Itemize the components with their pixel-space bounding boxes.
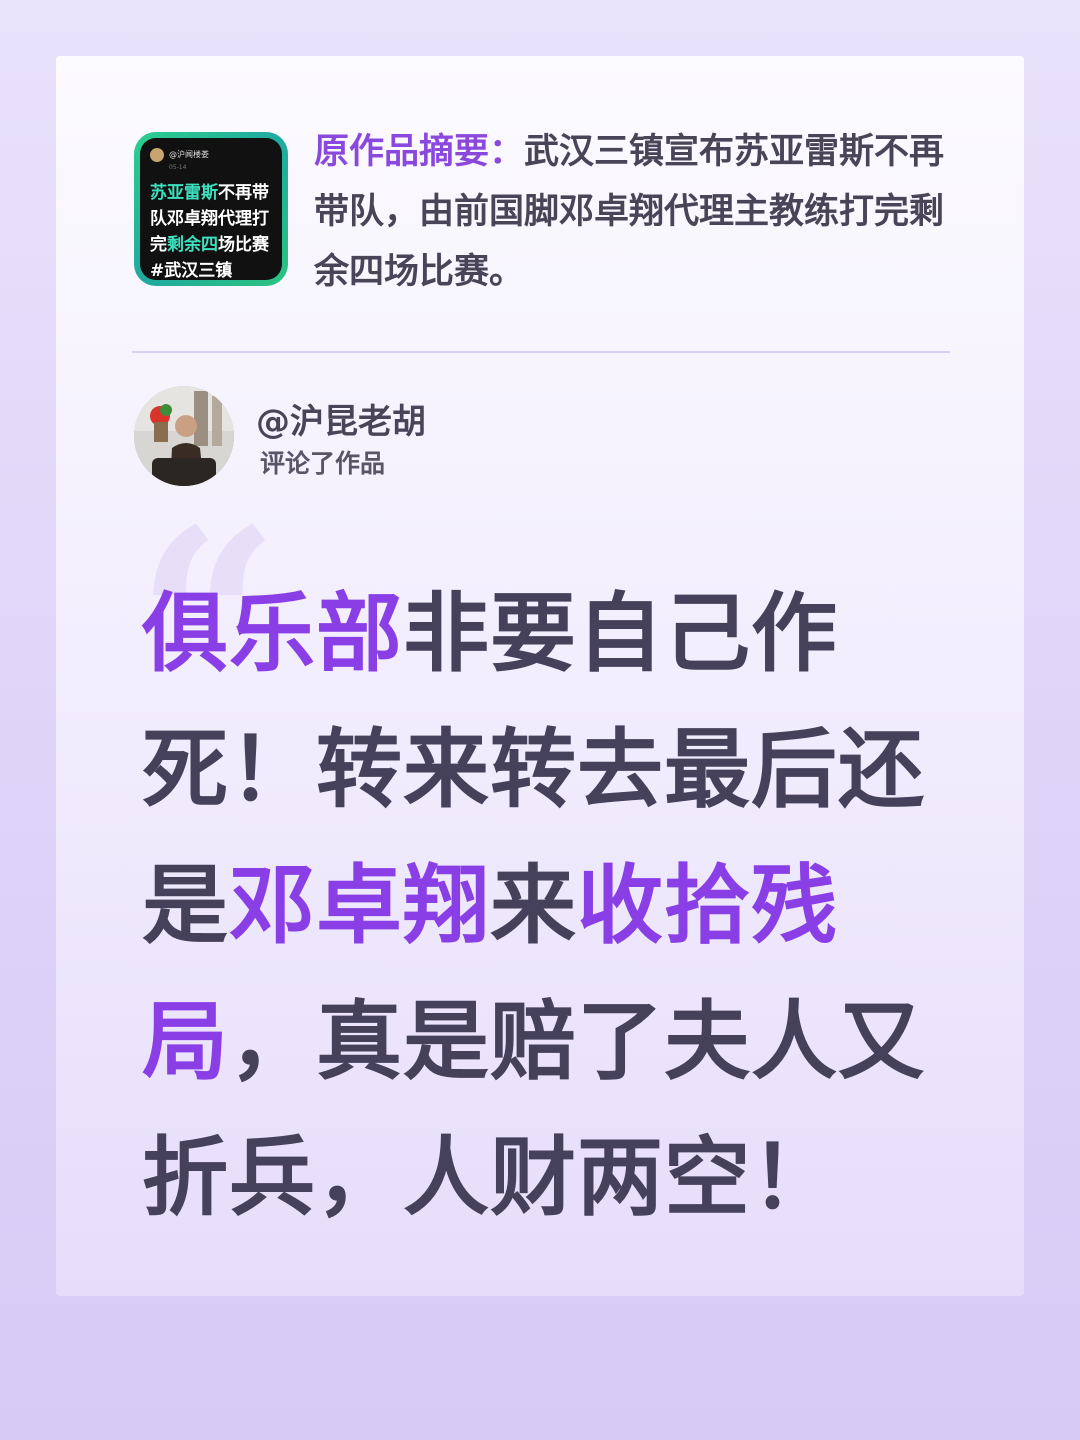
thumbnail-text: 苏亚雷斯不再带队邓卓翔代理打完剩余四场比赛#武汉三镇 <box>150 180 278 280</box>
original-work-summary: 原作品摘要：武汉三镇宣布苏亚雷斯不再带队，由前国脚邓卓翔代理主教练打完剩余四场比… <box>314 122 954 302</box>
thumbnail-header: @沪闻楼娄 <box>150 148 209 162</box>
summary-label: 原作品摘要： <box>314 132 525 172</box>
quote-segment: 俱乐部 <box>142 584 403 684</box>
commenter-avatar[interactable] <box>134 386 234 486</box>
original-work-thumbnail[interactable]: @沪闻楼娄 05-14 苏亚雷斯不再带队邓卓翔代理打完剩余四场比赛#武汉三镇 <box>134 132 288 286</box>
thumbnail-account: @沪闻楼娄 <box>169 150 209 159</box>
quote-segment: 邓卓翔 <box>229 856 490 956</box>
commenter-avatar-photo <box>134 386 234 486</box>
comment-card: @沪闻楼娄 05-14 苏亚雷斯不再带队邓卓翔代理打完剩余四场比赛#武汉三镇 原… <box>56 56 1024 1296</box>
divider <box>132 351 950 353</box>
thumbnail-date: 05-14 <box>169 164 187 171</box>
quote-segment: 来 <box>490 856 577 956</box>
thumbnail-text-highlight: 苏亚雷斯 <box>150 183 218 203</box>
thumbnail-avatar <box>150 148 164 162</box>
comment-quote: 俱乐部非要自己作死！转来转去最后还是邓卓翔来收拾残局，真是赔了夫人又折兵，人财两… <box>142 566 962 1246</box>
thumbnail-screen: @沪闻楼娄 05-14 苏亚雷斯不再带队邓卓翔代理打完剩余四场比赛#武汉三镇 <box>140 138 282 280</box>
quote-segment: ，真是赔了夫人又折兵，人财两空！ <box>142 992 925 1228</box>
thumbnail-text-highlight: 剩余四 <box>167 235 218 255</box>
commenter-name[interactable]: @沪昆老胡 <box>256 400 426 444</box>
